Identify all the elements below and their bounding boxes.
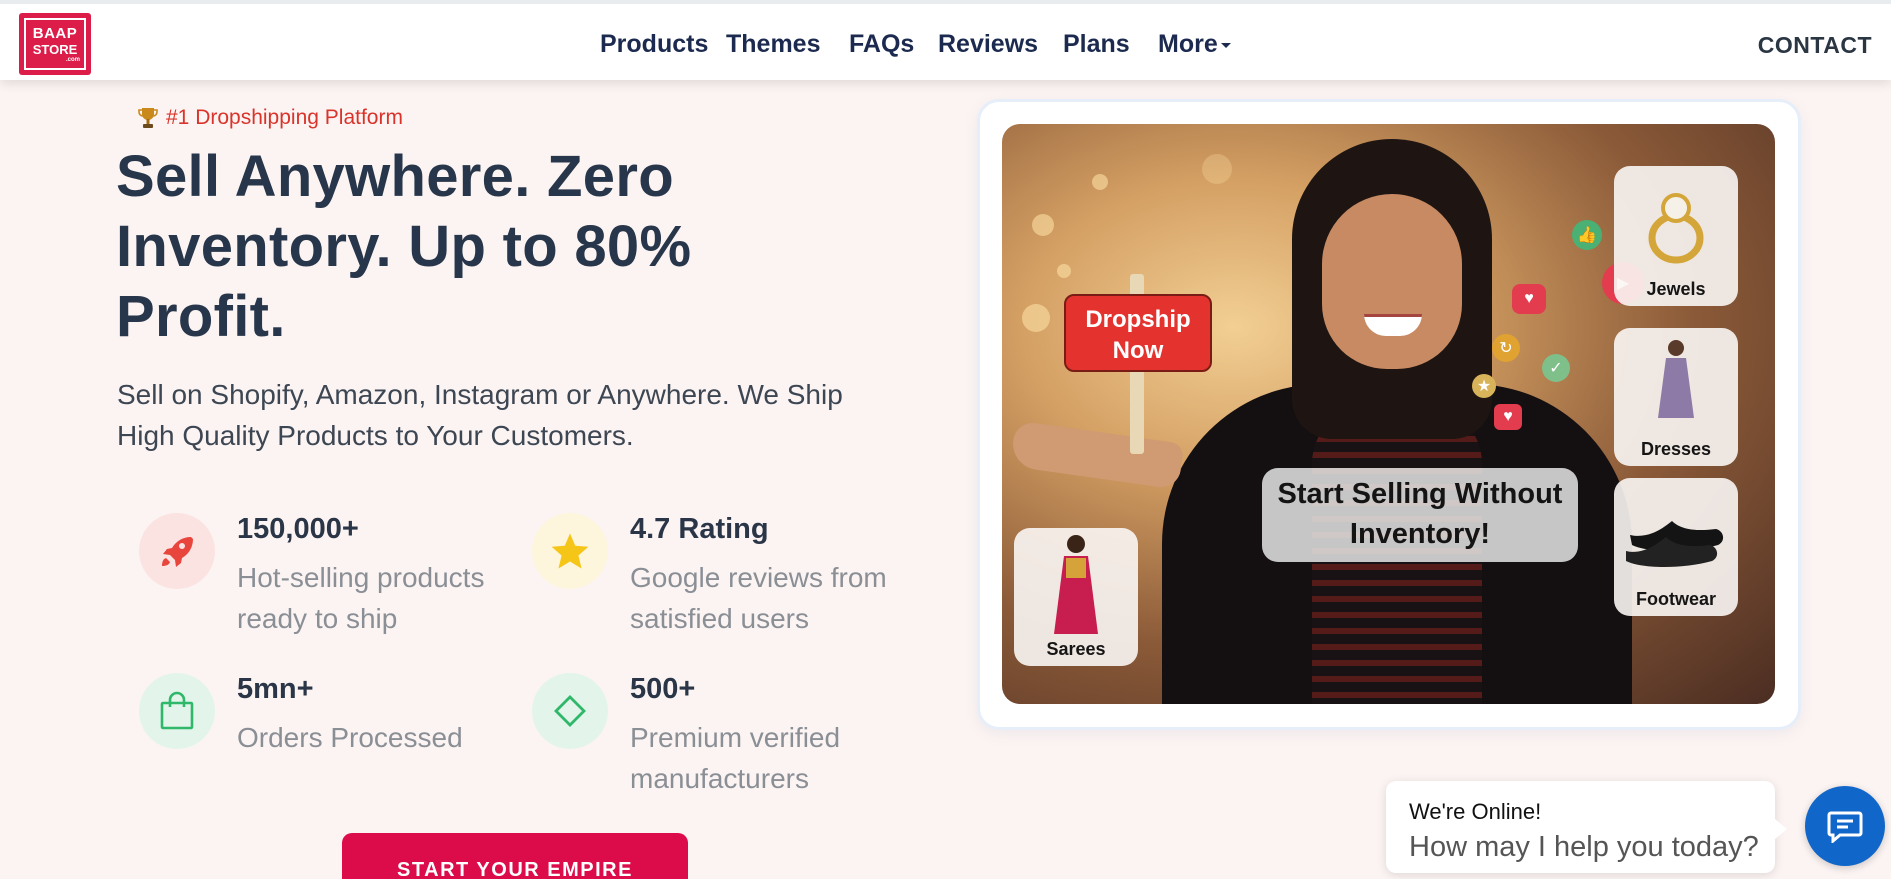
star-icon [532,513,608,589]
dropship-now-sign: Dropship Now [1064,294,1212,372]
chat-greeting-bubble[interactable]: We're Online! How may I help you today? [1386,781,1787,873]
woman-hand [1009,420,1185,490]
hero-headline: Sell Anywhere. Zero Inventory. Up to 80%… [116,144,692,349]
thumbs-up-icon: 👍 [1572,220,1602,250]
stat-title: 5mn+ [237,673,314,705]
like-icon: ✓ [1542,354,1570,382]
hero-photo: Dropship Now Start Selling Without Inven… [1002,124,1775,704]
tile-footwear: Footwear [1614,478,1738,616]
badge-icon: ★ [1472,374,1496,398]
logo-line1: BAAP [32,24,78,42]
logo-line3: .com [65,56,80,63]
tile-label: Sarees [1046,639,1106,659]
logo-line2: STORE [32,41,78,57]
nav-more[interactable]: More [1158,30,1231,59]
tile-label: Footwear [1635,589,1716,609]
rocket-icon [139,513,215,589]
nav-products[interactable]: Products [600,30,708,59]
tile-sarees: Sarees [1014,528,1138,666]
saree-icon [1014,528,1138,639]
stat-title: 4.7 Rating [630,513,769,545]
shopping-bag-icon [139,673,215,749]
stat-title: 500+ [630,673,696,705]
stat-desc: Hot-selling products ready to ship [237,562,485,634]
logo-mark: BAAP STORE .com [24,18,86,70]
tile-dresses: Dresses [1614,328,1738,466]
stat-desc: Premium verified manufacturers [630,722,841,794]
start-selling-banner: Start Selling Without Inventory! [1262,468,1578,562]
notification-icon: ♥ [1494,404,1522,430]
stat-desc: Orders Processed [237,722,463,753]
caret-down-icon [1220,42,1231,48]
chat-help-text: How may I help you today? [1409,831,1759,863]
contact-link[interactable]: CONTACT [1758,32,1872,59]
hero-tag-text: #1 Dropshipping Platform [166,106,403,129]
diamond-icon [532,673,608,749]
shoe-icon [1614,478,1738,589]
share-icon: ↻ [1492,334,1520,362]
chat-icon [1827,811,1863,843]
nav-plans[interactable]: Plans [1063,30,1130,59]
ring-icon [1614,166,1738,279]
site-header: BAAP STORE .com Products Themes FAQs Rev… [0,0,1891,80]
nav-more-label: More [1158,30,1218,58]
stat-title: 150,000+ [237,513,359,545]
chat-online-status: We're Online! [1409,799,1542,824]
nav-reviews[interactable]: Reviews [938,30,1038,59]
heart-icon: ♥ [1512,284,1546,314]
tile-label: Jewels [1646,279,1706,299]
tile-label: Dresses [1640,439,1712,459]
nav-faqs[interactable]: FAQs [849,30,914,59]
woman-face [1322,194,1462,369]
trophy-icon [138,108,158,128]
tile-jewels: Jewels [1614,166,1738,306]
hero-tag: #1 Dropshipping Platform [138,106,403,130]
start-empire-button[interactable]: START YOUR EMPIRE [342,833,688,879]
nav-themes[interactable]: Themes [726,30,820,59]
dress-icon [1614,328,1738,439]
hero-subtext: Sell on Shopify, Amazon, Instagram or An… [117,379,843,451]
chat-launcher-button[interactable] [1805,786,1885,866]
stat-desc: Google reviews from satisfied users [630,562,887,634]
baapstore-logo[interactable]: BAAP STORE .com [19,13,91,75]
